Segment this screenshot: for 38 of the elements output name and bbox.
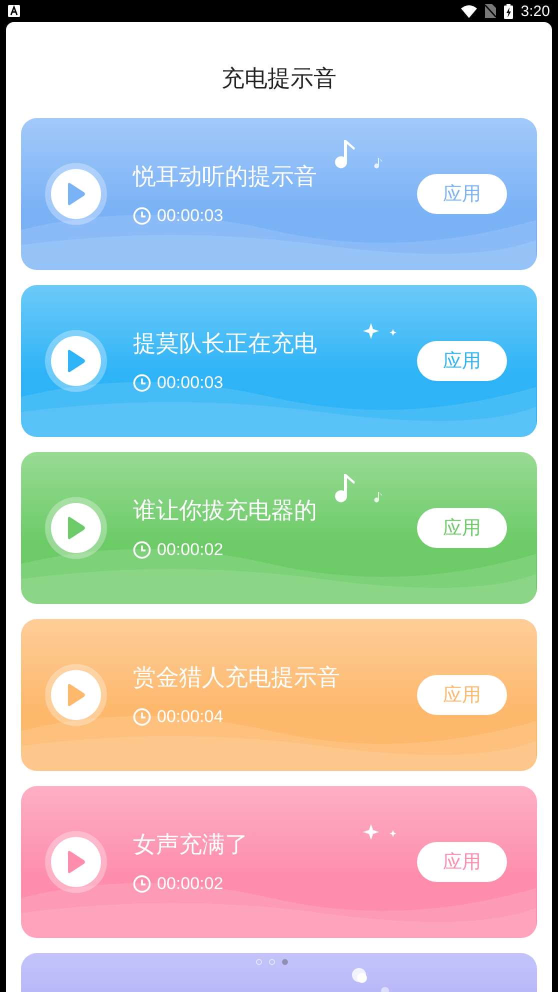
- ringtone-title: 女声充满了: [133, 831, 248, 860]
- ringtone-card[interactable]: 女声充满了 00:00:02 应用: [21, 786, 537, 938]
- ringtone-title: 赏金猎人充电提示音: [133, 664, 340, 693]
- clock-icon: [133, 875, 151, 893]
- apply-button[interactable]: 应用: [417, 508, 507, 548]
- duration-text: 00:00:02: [157, 540, 224, 560]
- apply-button[interactable]: 应用: [417, 842, 507, 882]
- ringtone-card[interactable]: 赏金猎人充电提示音 00:00:04 应用: [21, 619, 537, 771]
- play-icon: [66, 182, 86, 206]
- bubble-icon: [351, 967, 391, 992]
- ringtone-title: 悦耳动听的提示音: [133, 163, 317, 192]
- clock-icon: [133, 374, 151, 392]
- clock-icon: [133, 708, 151, 726]
- ringtone-title: 谁让你拔充电器的: [133, 497, 317, 526]
- keyboard-icon: [8, 5, 20, 17]
- duration-text: 00:00:04: [157, 707, 224, 727]
- page-title: 充电提示音: [222, 65, 336, 94]
- wifi-icon: [460, 4, 477, 18]
- no-sim-icon: [484, 4, 496, 18]
- duration-text: 00:00:03: [157, 373, 224, 393]
- apply-button[interactable]: 应用: [417, 341, 507, 381]
- play-icon: [66, 683, 86, 707]
- play-icon: [66, 516, 86, 540]
- status-time: 3:20: [520, 2, 550, 20]
- play-icon: [66, 850, 86, 874]
- ringtone-card[interactable]: 谁让你拔充电器的 00:00:02 应用: [21, 452, 537, 604]
- battery-icon: [504, 4, 513, 18]
- play-icon: [66, 349, 86, 373]
- apply-button[interactable]: 应用: [417, 675, 507, 715]
- clock-icon: [133, 541, 151, 559]
- ringtone-card[interactable]: 悦耳动听的提示音 00:00:03 应用: [21, 118, 537, 270]
- page-dot[interactable]: [282, 959, 288, 965]
- clock-icon: [133, 207, 151, 225]
- ringtone-title: 提莫队长正在充电: [133, 330, 317, 359]
- duration-text: 00:00:03: [157, 206, 224, 226]
- ringtone-card[interactable]: 提莫队长正在充电 00:00:03 应用: [21, 285, 537, 437]
- apply-button[interactable]: 应用: [417, 174, 507, 214]
- duration-text: 00:00:02: [157, 874, 224, 894]
